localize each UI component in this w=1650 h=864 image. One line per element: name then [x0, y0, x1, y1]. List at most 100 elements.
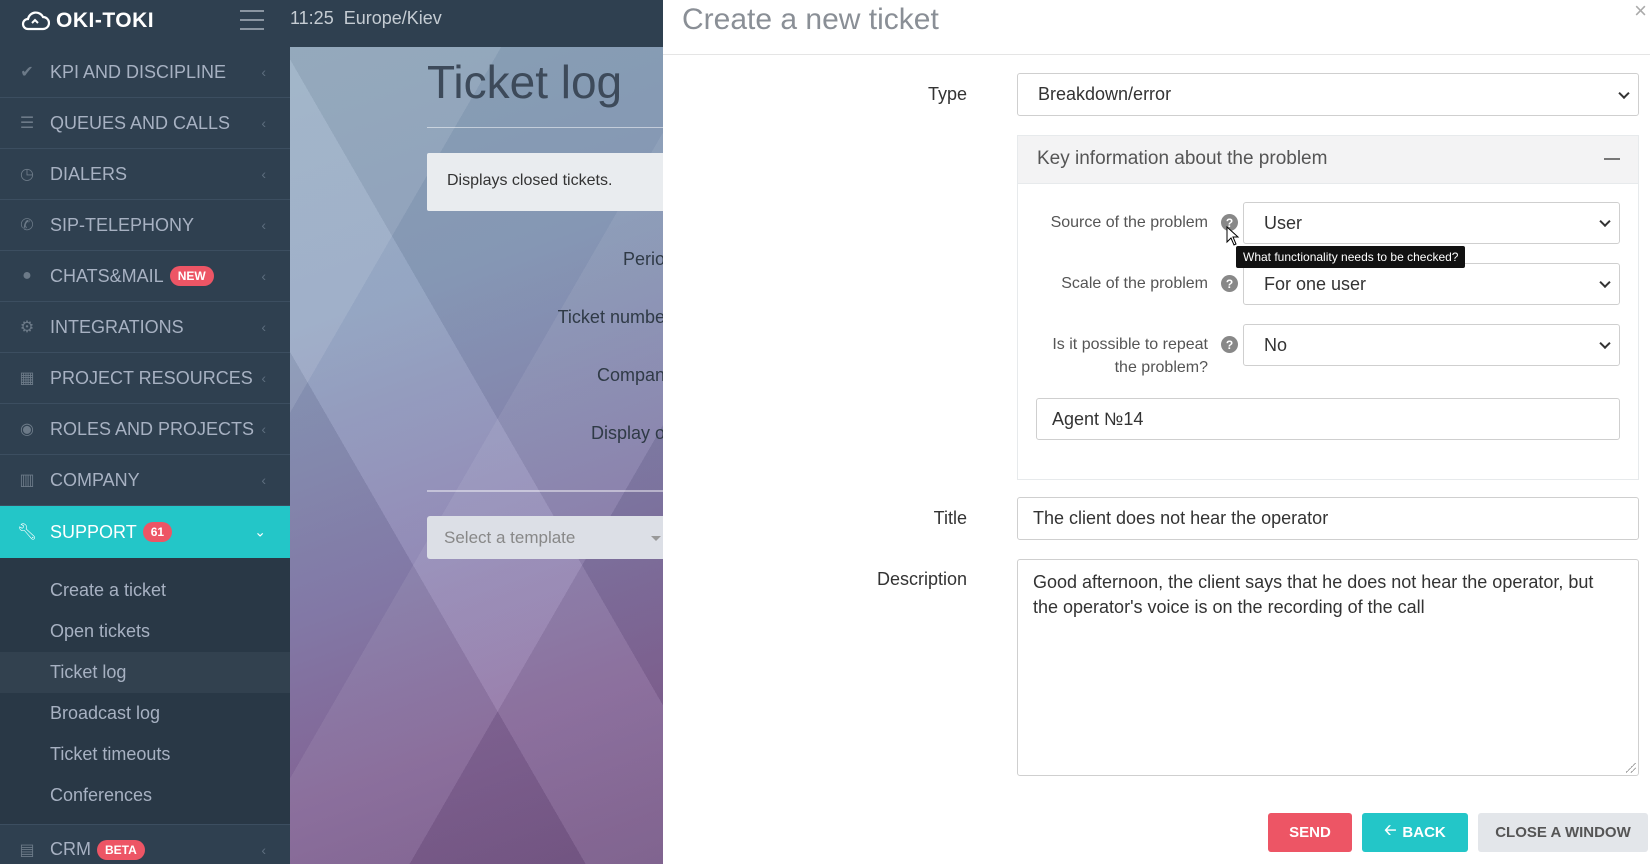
- cloud-logo-icon: [21, 11, 50, 31]
- source-select[interactable]: User: [1243, 202, 1620, 244]
- panel-header: Key information about the problem: [1018, 136, 1638, 184]
- sidebar-item-chats[interactable]: ● CHATS&MAIL NEW ‹: [0, 251, 290, 302]
- chevron-left-icon: ‹: [261, 115, 266, 131]
- sidebar-item-label: CRM: [50, 839, 91, 859]
- list-icon: ☰: [19, 115, 35, 132]
- chevron-down-icon: [1618, 87, 1630, 99]
- gears-icon: ⚙: [19, 319, 35, 336]
- repeat-label-line1: Is it possible to repeat: [1052, 336, 1208, 353]
- menu-toggle-icon[interactable]: [240, 10, 264, 30]
- sidebar-item-sip[interactable]: ✆ SIP-TELEPHONY ‹: [0, 200, 290, 251]
- template-placeholder: Select a template: [444, 528, 576, 547]
- clock: 11:25 Europe/Kiev: [290, 8, 442, 29]
- back-button[interactable]: 🡠 BACK: [1362, 813, 1468, 852]
- page-title: Ticket log: [427, 56, 623, 108]
- description-textarea[interactable]: Good afternoon, the client says that he …: [1017, 559, 1639, 776]
- caret-down-icon: [651, 536, 661, 541]
- submenu-open-tickets[interactable]: Open tickets: [0, 611, 290, 652]
- toggle-icon: ◉: [20, 421, 34, 438]
- arrow-left-icon: 🡠: [1384, 822, 1397, 839]
- sidebar-item-label: SUPPORT: [50, 521, 137, 542]
- send-button[interactable]: SEND: [1268, 813, 1352, 852]
- time: 11:25: [290, 8, 334, 28]
- type-value: Breakdown/error: [1038, 84, 1172, 104]
- chevron-left-icon: ‹: [261, 370, 266, 386]
- sidebar-item-kpi[interactable]: ✔ KPI AND DISCIPLINE ‹: [0, 47, 290, 98]
- submenu-broadcast-log[interactable]: Broadcast log: [0, 693, 290, 734]
- sidebar-item-label: ROLES AND PROJECTS: [50, 418, 255, 439]
- sidebar-item-integrations[interactable]: ⚙ INTEGRATIONS ‹: [0, 302, 290, 353]
- chevron-down-icon: ⌄: [254, 523, 266, 540]
- sidebar-item-label: COMPANY: [50, 469, 140, 490]
- new-badge: NEW: [169, 266, 214, 286]
- chevron-down-icon: [1599, 276, 1611, 289]
- submenu-ticket-log[interactable]: Ticket log: [0, 652, 290, 693]
- help-icon[interactable]: ?: [1221, 336, 1238, 353]
- sidebar-item-roles[interactable]: ◉ ROLES AND PROJECTS ‹: [0, 404, 290, 455]
- sidebar-item-label: PROJECT RESOURCES: [50, 367, 253, 388]
- scale-value: For one user: [1264, 273, 1367, 294]
- type-select[interactable]: Breakdown/error: [1017, 73, 1639, 116]
- sidebar-item-label: DIALERS: [50, 163, 128, 184]
- title-input[interactable]: The client does not hear the operator: [1017, 497, 1639, 540]
- info-alert: Displays closed tickets.: [427, 153, 663, 211]
- phone-icon: ✆: [20, 217, 34, 234]
- chevron-left-icon: ‹: [261, 268, 266, 284]
- divider: [427, 127, 663, 128]
- submenu-create-ticket[interactable]: Create a ticket: [0, 570, 290, 611]
- type-label: Type: [927, 84, 967, 104]
- close-icon[interactable]: ×: [1634, 0, 1647, 24]
- sidebar-item-dialers[interactable]: ◷ DIALERS ‹: [0, 149, 290, 200]
- collapse-icon[interactable]: [1604, 158, 1620, 160]
- description-value: Good afternoon, the client says that he …: [1033, 572, 1594, 617]
- divider: [427, 490, 663, 492]
- sidebar-item-label: INTEGRATIONS: [50, 316, 184, 337]
- repeat-label: Is it possible to repeat the problem?: [1052, 333, 1208, 379]
- support-submenu: Create a ticket Open tickets Ticket log …: [0, 558, 290, 824]
- sidebar-item-label: SIP-TELEPHONY: [50, 214, 195, 235]
- sidebar-item-resources[interactable]: ▦ PROJECT RESOURCES ‹: [0, 353, 290, 404]
- agent-input[interactable]: Agent №14: [1036, 398, 1620, 440]
- title-label: Title: [933, 508, 967, 528]
- check-icon: ✔: [20, 64, 34, 81]
- panel-title: Key information about the problem: [1037, 148, 1328, 169]
- modal-title: Create a new ticket: [682, 3, 939, 36]
- help-icon[interactable]: ?: [1221, 275, 1238, 292]
- scale-label: Scale of the problem: [1061, 275, 1208, 292]
- company-label: Compan: [596, 365, 663, 385]
- sidebar-item-crm[interactable]: ▤ CRM BETA ‹: [0, 824, 290, 864]
- chevron-left-icon: ‹: [261, 166, 266, 182]
- logo[interactable]: OKI-TOKI: [20, 9, 154, 33]
- chevron-left-icon: ‹: [261, 421, 266, 437]
- chevron-down-icon: [1599, 337, 1611, 350]
- sidebar: ✔ KPI AND DISCIPLINE ‹ ☰ QUEUES AND CALL…: [0, 47, 290, 864]
- sidebar-item-queues[interactable]: ☰ QUEUES AND CALLS ‹: [0, 98, 290, 149]
- source-label: Source of the problem: [1050, 214, 1208, 231]
- chevron-left-icon: ‹: [261, 472, 266, 488]
- submenu-ticket-timeouts[interactable]: Ticket timeouts: [0, 734, 290, 775]
- top-bar: OKI-TOKI 11:25 Europe/Kiev: [0, 0, 663, 47]
- sidebar-item-company[interactable]: ▥ COMPANY ‹: [0, 455, 290, 506]
- sidebar-item-support[interactable]: 🔧︎ SUPPORT 61 ⌄: [0, 506, 290, 558]
- sidebar-item-label: KPI AND DISCIPLINE: [50, 61, 227, 82]
- repeat-label-line2: the problem?: [1114, 359, 1208, 376]
- repeat-select[interactable]: No: [1243, 324, 1620, 366]
- scale-select[interactable]: For one user: [1243, 263, 1620, 305]
- mouse-cursor-icon: [1226, 226, 1240, 246]
- period-label: Perio: [622, 249, 663, 269]
- title-value: The client does not hear the operator: [1033, 508, 1329, 528]
- display-label: Display o: [590, 423, 663, 443]
- chevron-left-icon: ‹: [261, 64, 266, 80]
- background-page: Ticket log Displays closed tickets. Peri…: [290, 47, 663, 864]
- beta-badge: BETA: [97, 839, 145, 860]
- repeat-value: No: [1264, 334, 1288, 355]
- close-window-button[interactable]: CLOSE A WINDOW: [1478, 813, 1648, 852]
- chevron-left-icon: ‹: [261, 841, 266, 858]
- chevron-left-icon: ‹: [261, 319, 266, 335]
- template-select[interactable]: Select a template: [427, 516, 663, 559]
- submenu-conferences[interactable]: Conferences: [0, 775, 290, 816]
- create-ticket-modal: Create a new ticket × Type Breakdown/err…: [663, 0, 1650, 864]
- ticket-number-label: Ticket numbe: [557, 307, 663, 327]
- resize-grip-icon[interactable]: [1626, 763, 1636, 773]
- wrench-icon: 🔧︎: [16, 524, 38, 541]
